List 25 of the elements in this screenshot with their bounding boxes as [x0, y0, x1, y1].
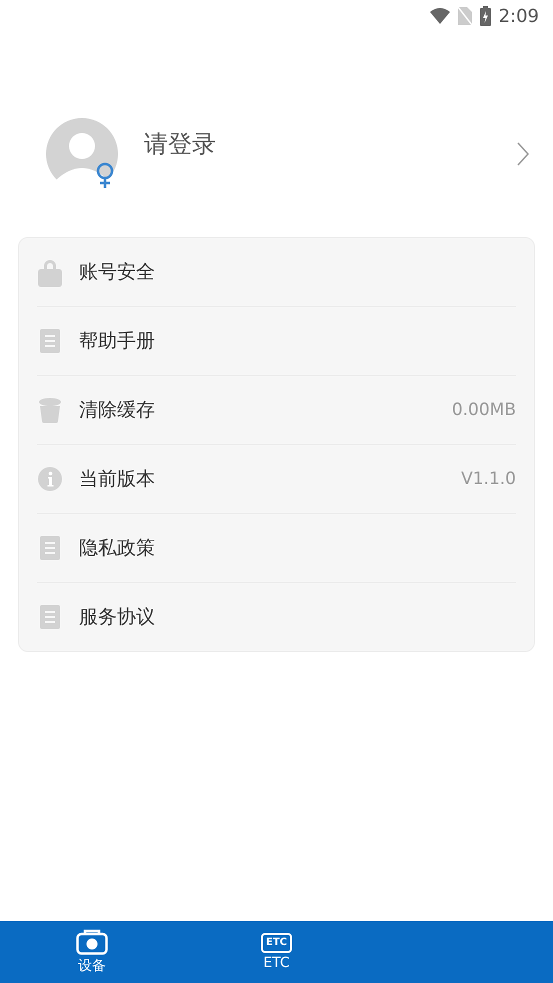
- nav-tab[interactable]: 设备: [0, 921, 184, 983]
- no-sim-icon: [458, 7, 472, 25]
- clock-time: 2:09: [498, 6, 539, 26]
- battery-icon: [480, 6, 491, 26]
- menu-value: 0.00MB: [452, 400, 516, 420]
- camera-icon: [76, 929, 108, 955]
- document-icon: [40, 329, 60, 353]
- info-icon: [38, 467, 62, 491]
- trash-icon: [39, 397, 61, 423]
- etc-icon: ETC: [260, 933, 292, 953]
- menu-item[interactable]: 当前版本: [79, 466, 462, 492]
- chevron-right-icon[interactable]: [517, 142, 529, 166]
- login-prompt[interactable]: 请登录: [144, 128, 517, 160]
- avatar-icon[interactable]: [46, 118, 118, 190]
- menu-value: V1.1.0: [461, 469, 516, 489]
- menu-item[interactable]: 服务协议: [79, 604, 516, 630]
- menu-item[interactable]: 账号安全: [79, 259, 516, 285]
- menu-item[interactable]: 隐私政策: [79, 535, 516, 561]
- wifi-icon: [430, 8, 450, 24]
- menu-item[interactable]: 清除缓存: [79, 397, 452, 423]
- menu-item[interactable]: 帮助手册: [79, 328, 516, 354]
- document-icon: [40, 605, 60, 629]
- nav-tab[interactable]: ETC ETC: [184, 921, 369, 983]
- lock-icon: [38, 257, 62, 287]
- document-icon: [40, 536, 60, 560]
